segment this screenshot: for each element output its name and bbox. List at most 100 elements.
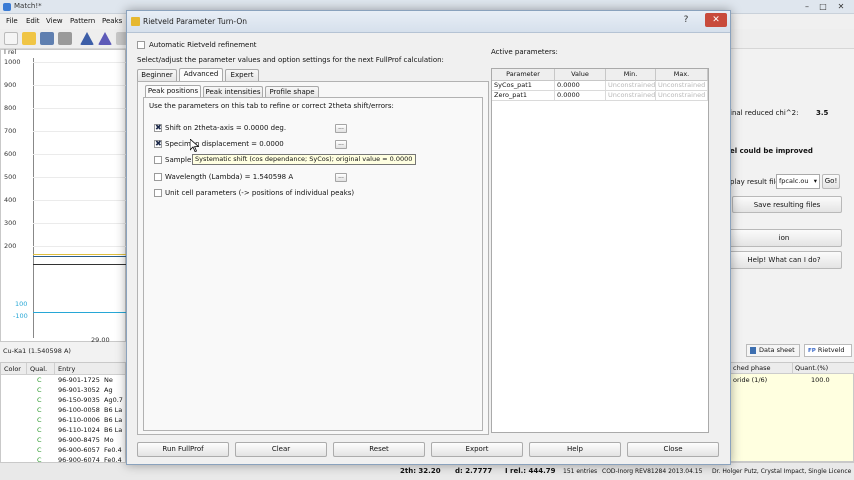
column-header-quant[interactable]: Quant.(%) [793,363,854,374]
grid-line [33,223,127,224]
table-cell-value[interactable]: 0.0000 [555,81,606,91]
table-cell-parameter[interactable]: SyCos_pat1 [492,81,555,91]
new-file-icon[interactable] [4,32,18,45]
peak-icon[interactable] [80,32,94,45]
status-two-theta: 2th: 32.20 [400,467,441,475]
list-item[interactable]: C 96-110-0006 B6 La [1,416,125,426]
difference-curve [33,312,127,313]
tab-advanced[interactable]: Advanced [179,68,223,81]
close-button[interactable]: Close [627,442,719,457]
result-file-select[interactable]: fpcalc.ou ▾ [776,174,820,189]
go-button[interactable]: Go! [822,174,840,189]
rietveld-parameter-dialog: Rietveld Parameter Turn-On ? ✕ Automatic… [126,10,731,465]
observed-pattern-line [33,256,127,257]
unit-cell-checkbox[interactable] [154,189,162,197]
active-parameters-table[interactable]: Parameter Value Min. Max. SyCos_pat1 0.0… [491,68,709,433]
export-button[interactable]: Export [431,442,523,457]
save-icon[interactable] [40,32,54,45]
grid-line [33,154,127,155]
chevron-down-icon: ▾ [813,177,817,185]
specimen-displacement-checkbox[interactable] [154,139,162,148]
tab-data-sheet[interactable]: Data sheet [746,344,800,357]
column-header-color[interactable]: Color [1,363,27,375]
difference-label: 100 [15,300,28,308]
menu-peaks[interactable]: Peaks [102,17,122,25]
matched-phase-quant: 100.0 [811,376,830,384]
help-icon[interactable]: ? [677,13,695,27]
list-item[interactable]: C 96-110-1024 B6 La [1,426,125,436]
y-tick: 300 [4,219,17,227]
list-item[interactable]: C 96-900-6057 Fe0.4 [1,446,125,456]
phase-candidate-table[interactable]: Color Qual. Entry C 96-901-1725 Ne C 96-901… [0,362,126,478]
column-header-min[interactable]: Min. [606,69,656,81]
column-header-value[interactable]: Value [555,69,606,81]
unit-cell-label: Unit cell parameters (-> positions of in… [165,189,355,197]
peak-search-icon[interactable] [98,32,112,45]
table-cell-value[interactable]: 0.0000 [555,91,606,101]
matched-phase-name: oride (1/6) [733,376,768,384]
y-tick: 200 [4,242,17,250]
specimen-displacement-options-button[interactable]: ... [335,140,347,149]
status-entries: 151 entries [563,468,598,475]
table-cell-max[interactable]: Unconstrained [656,81,708,91]
menu-file[interactable]: File [6,17,18,25]
wavelength-checkbox[interactable] [154,173,162,181]
diffraction-plot[interactable]: I rel 1000 900 800 700 600 500 400 300 2… [0,48,127,344]
shift-2theta-label: Shift on 2theta-axis = 0.0000 deg. [165,124,287,132]
maximize-icon[interactable]: □ [816,1,830,12]
close-app-icon[interactable]: ✕ [834,1,848,12]
list-item[interactable]: C 96-100-0058 B6 La [1,406,125,416]
grid-line [33,246,127,247]
shift-2theta-checkbox[interactable] [154,123,162,132]
y-tick: 1000 [4,58,21,66]
column-header-entry[interactable]: Entry [55,363,125,375]
close-dialog-icon[interactable]: ✕ [705,13,727,27]
column-header-max[interactable]: Max. [656,69,708,81]
sample-label: Sample [165,156,192,164]
tab-beginner[interactable]: Beginner [137,69,177,81]
shift-2theta-options-button[interactable]: ... [335,124,347,133]
parameter-tooltip: Systematic shift (cos dependance; SyCos)… [192,154,416,165]
tab-rietveld[interactable]: FP Rietveld [804,344,852,357]
list-item[interactable]: C 96-901-3052 Ag [1,386,125,396]
list-item[interactable]: C 96-150-9035 Ag0.7 [1,396,125,406]
chi-square-value: 3.5 [816,109,829,117]
grid-line [33,200,127,201]
menu-pattern[interactable]: Pattern [70,17,95,25]
options-button[interactable]: ion [726,229,842,247]
open-folder-icon[interactable] [22,32,36,45]
list-item[interactable]: C 96-900-8475 Mo [1,436,125,446]
table-cell-min[interactable]: Unconstrained [606,91,656,101]
chi-square-label: inal reduced chi^2: [730,109,799,117]
menu-view[interactable]: View [46,17,63,25]
table-cell-parameter[interactable]: Zero_pat1 [492,91,555,101]
column-header-parameter[interactable]: Parameter [492,69,555,81]
status-intensity: I rel.: 444.79 [505,467,556,475]
table-cell-max[interactable]: Unconstrained [656,91,708,101]
calculated-pattern-line [33,254,127,255]
column-header-qual[interactable]: Qual. [27,363,55,375]
auto-refinement-label: Automatic Rietveld refinement [149,41,257,49]
dialog-app-icon [131,17,140,26]
baseline [33,264,127,265]
print-icon[interactable] [58,32,72,45]
reset-button[interactable]: Reset [333,442,425,457]
y-tick: 600 [4,150,17,158]
help-what-can-i-do-button[interactable]: Help! What can I do? [726,251,842,269]
menu-edit[interactable]: Edit [26,17,40,25]
run-fullprof-button[interactable]: Run FullProf [137,442,229,457]
minimize-icon[interactable]: – [800,1,814,12]
wavelength-options-button[interactable]: ... [335,173,347,182]
tab-expert[interactable]: Expert [225,69,259,81]
help-button[interactable]: Help [529,442,621,457]
table-cell-min[interactable]: Unconstrained [606,81,656,91]
list-item[interactable]: C 96-901-1725 Ne [1,376,125,386]
save-results-button[interactable]: Save resulting files [732,196,842,213]
y-tick: 400 [4,196,17,204]
auto-refinement-checkbox[interactable] [137,41,145,49]
clear-button[interactable]: Clear [235,442,327,457]
column-header-phase[interactable]: ched phase [731,363,793,374]
specimen-displacement-label: Specimen displacement = 0.0000 [165,140,284,148]
sample-checkbox[interactable] [154,156,162,164]
matched-phase-table[interactable]: ched phase Quant.(%) oride (1/6) 100.0 [730,362,854,462]
